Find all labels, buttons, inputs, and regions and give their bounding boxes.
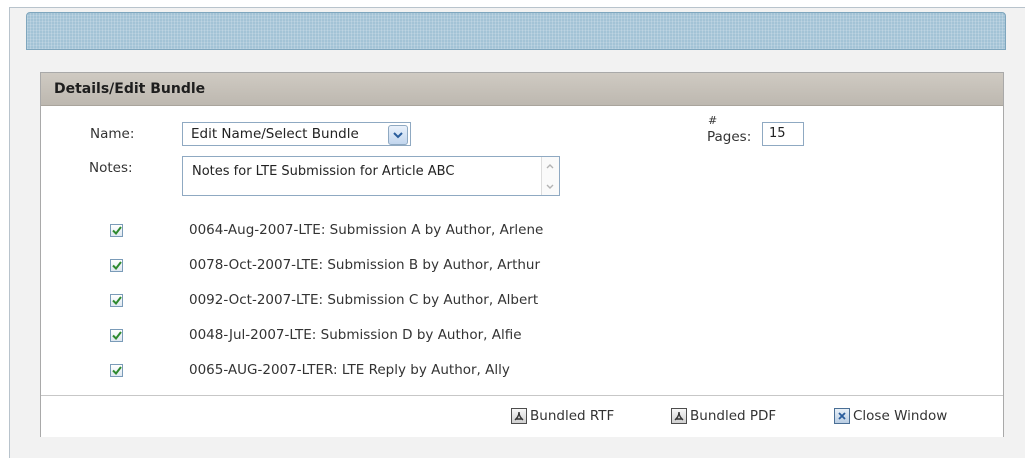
panel-title: Details/Edit Bundle xyxy=(41,73,1003,106)
item-label: 0048-Jul-2007-LTE: Submission D by Autho… xyxy=(189,327,522,343)
list-item: 0078-Oct-2007-LTE: Submission B by Autho… xyxy=(41,254,1001,278)
close-window-label: Close Window xyxy=(853,408,948,424)
checkmark-icon xyxy=(111,366,122,375)
item-label: 0064-Aug-2007-LTE: Submission A by Autho… xyxy=(189,222,544,238)
item-checkbox[interactable] xyxy=(110,364,123,377)
window-titlebar xyxy=(26,12,1006,50)
item-checkbox[interactable] xyxy=(110,224,123,237)
pages-label: Pages: xyxy=(707,129,752,145)
bundle-select-value: Edit Name/Select Bundle xyxy=(191,126,359,142)
bundle-select[interactable]: Edit Name/Select Bundle xyxy=(182,122,411,146)
notes-value: Notes for LTE Submission for Article ABC xyxy=(192,164,455,179)
close-box-icon xyxy=(834,408,850,424)
item-label: 0092-Oct-2007-LTE: Submission C by Autho… xyxy=(189,292,539,308)
checkmark-icon xyxy=(111,226,122,235)
pages-input[interactable]: 15 xyxy=(762,122,804,146)
checkmark-icon xyxy=(111,261,122,270)
scroll-up-icon[interactable] xyxy=(544,160,556,172)
list-item: 0065-AUG-2007-LTER: LTE Reply by Author,… xyxy=(41,359,1001,383)
bundled-rtf-label: Bundled RTF xyxy=(530,408,615,424)
item-label: 0078-Oct-2007-LTE: Submission B by Autho… xyxy=(189,257,541,273)
chevron-down-icon[interactable] xyxy=(388,125,408,145)
pages-label-hash: # xyxy=(708,114,718,127)
list-item: 0092-Oct-2007-LTE: Submission C by Autho… xyxy=(41,289,1001,313)
panel-footer: Bundled RTF Bundled PDF Close Window xyxy=(41,395,1003,437)
checkmark-icon xyxy=(111,331,122,340)
item-checkbox[interactable] xyxy=(110,329,123,342)
pdf-acrobat-icon xyxy=(511,408,527,424)
details-panel: Details/Edit Bundle Name: Edit Name/Sele… xyxy=(40,72,1004,437)
item-checkbox[interactable] xyxy=(110,294,123,307)
notes-label: Notes: xyxy=(89,160,133,176)
bundled-rtf-button[interactable]: Bundled RTF xyxy=(511,406,614,426)
bundled-pdf-button[interactable]: Bundled PDF xyxy=(671,406,776,426)
notes-scrollbar[interactable] xyxy=(541,157,559,195)
list-item: 0048-Jul-2007-LTE: Submission D by Autho… xyxy=(41,324,1001,348)
scroll-down-icon[interactable] xyxy=(544,180,556,192)
item-label: 0065-AUG-2007-LTER: LTE Reply by Author,… xyxy=(189,362,510,378)
bundled-pdf-label: Bundled PDF xyxy=(690,408,777,424)
checkmark-icon xyxy=(111,296,122,305)
pdf-acrobat-icon xyxy=(671,408,687,424)
notes-textarea[interactable]: Notes for LTE Submission for Article ABC xyxy=(182,156,560,196)
close-window-button[interactable]: Close Window xyxy=(834,406,947,426)
item-checkbox[interactable] xyxy=(110,259,123,272)
name-label: Name: xyxy=(90,126,135,142)
list-item: 0064-Aug-2007-LTE: Submission A by Autho… xyxy=(41,219,1001,243)
